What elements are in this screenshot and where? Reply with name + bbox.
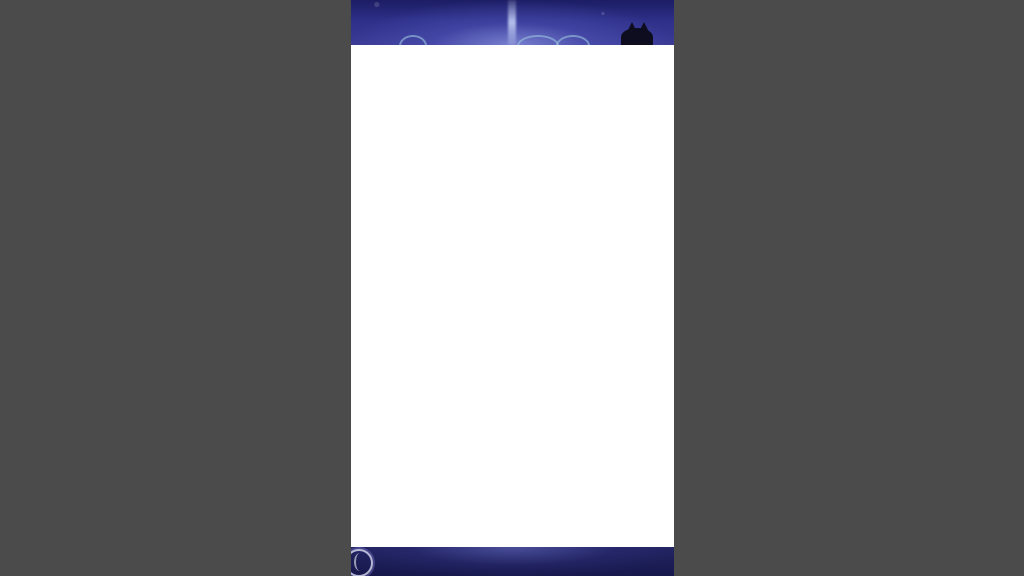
creature-icon	[621, 22, 653, 46]
left-gray-panel	[0, 0, 351, 576]
app-screen	[0, 0, 1024, 576]
light-beam-icon	[508, 0, 516, 45]
portrait-phone-frame	[351, 0, 674, 576]
bottom-artwork-banner	[351, 547, 674, 576]
blank-content-panel	[351, 45, 674, 547]
ring-highlight-icon	[354, 553, 366, 571]
right-gray-panel	[674, 0, 1024, 576]
content-text	[351, 45, 352, 46]
